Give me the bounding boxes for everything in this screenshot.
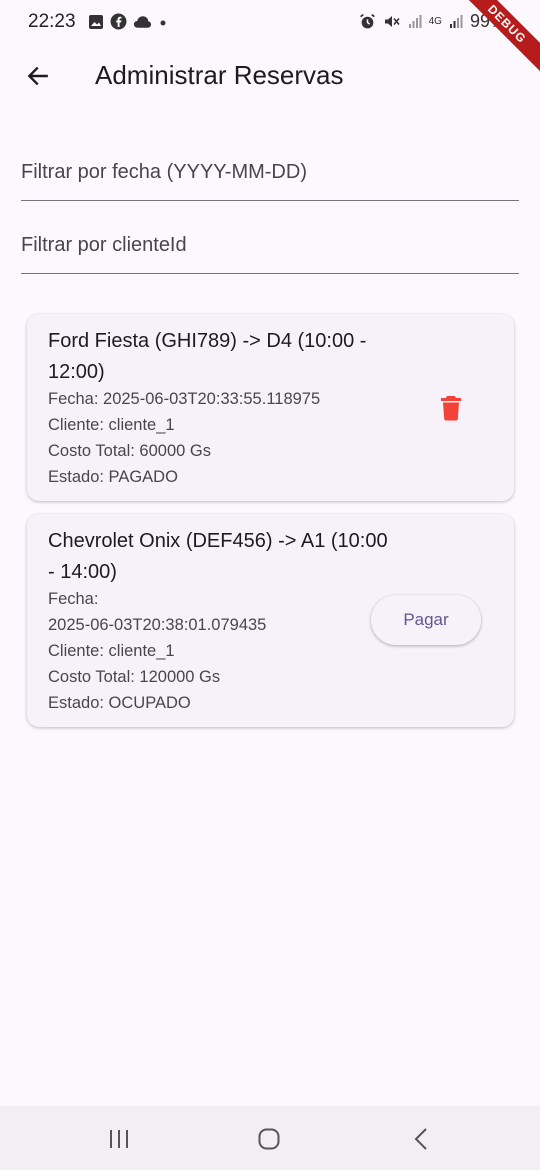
network-type: 4G <box>428 15 442 27</box>
reservation-status: Estado: PAGADO <box>48 468 178 486</box>
reservation-card: Ford Fiesta (GHI789) -> D4 (10:00 - 12:0… <box>27 314 514 501</box>
page-title: Administrar Reservas <box>95 60 344 90</box>
mute-icon <box>384 16 400 27</box>
home-button[interactable] <box>249 1122 289 1156</box>
status-bar: 22:23 4G 99% DEBUG <box>0 0 540 78</box>
trash-icon <box>441 396 461 421</box>
back-button[interactable] <box>18 56 58 96</box>
reservation-client: Cliente: cliente_1 <box>48 642 175 660</box>
app-bar: Administrar Reservas <box>0 44 540 108</box>
reservation-cost: Costo Total: 120000 Gs <box>48 668 221 686</box>
system-back-button[interactable] <box>401 1122 441 1156</box>
reservation-date: 2025-06-03T20:38:01.079435 <box>48 616 267 634</box>
client-filter-field <box>21 217 519 274</box>
reservation-date: Fecha: 2025-06-03T20:33:55.118975 <box>48 390 321 408</box>
cloud-icon <box>133 15 152 28</box>
reservation-cost: Costo Total: 60000 Gs <box>48 442 211 460</box>
date-filter-input[interactable] <box>21 144 519 200</box>
reservation-card: Chevrolet Onix (DEF456) -> A1 (10:00 - 1… <box>27 514 514 727</box>
status-time: 22:23 <box>28 11 76 32</box>
back-chevron-icon <box>414 1128 427 1150</box>
status-notification-icons <box>88 13 168 30</box>
date-filter-field <box>21 144 519 201</box>
recents-icon <box>110 1130 128 1148</box>
recents-button[interactable] <box>99 1122 139 1156</box>
reservation-status: Estado: OCUPADO <box>48 694 191 712</box>
signal-icon-2 <box>449 15 463 28</box>
reservation-title: Chevrolet Onix (DEF456) -> A1 (10:00 - 1… <box>48 530 388 583</box>
delete-button[interactable] <box>435 392 467 424</box>
client-filter-input[interactable] <box>21 217 519 273</box>
alarm-icon <box>359 13 375 29</box>
signal-icon <box>408 15 422 28</box>
system-nav-bar <box>0 1106 540 1170</box>
pay-button[interactable]: Pagar <box>371 595 481 645</box>
reservation-title: Ford Fiesta (GHI789) -> D4 (10:00 - 12:0… <box>48 330 367 383</box>
home-icon <box>258 1128 280 1150</box>
gallery-icon <box>89 14 103 29</box>
reservation-date-label: Fecha: <box>48 590 99 608</box>
dot-icon <box>160 20 166 25</box>
reservation-client: Cliente: cliente_1 <box>48 416 175 434</box>
facebook-icon <box>110 13 127 30</box>
arrow-left-icon <box>27 66 48 86</box>
